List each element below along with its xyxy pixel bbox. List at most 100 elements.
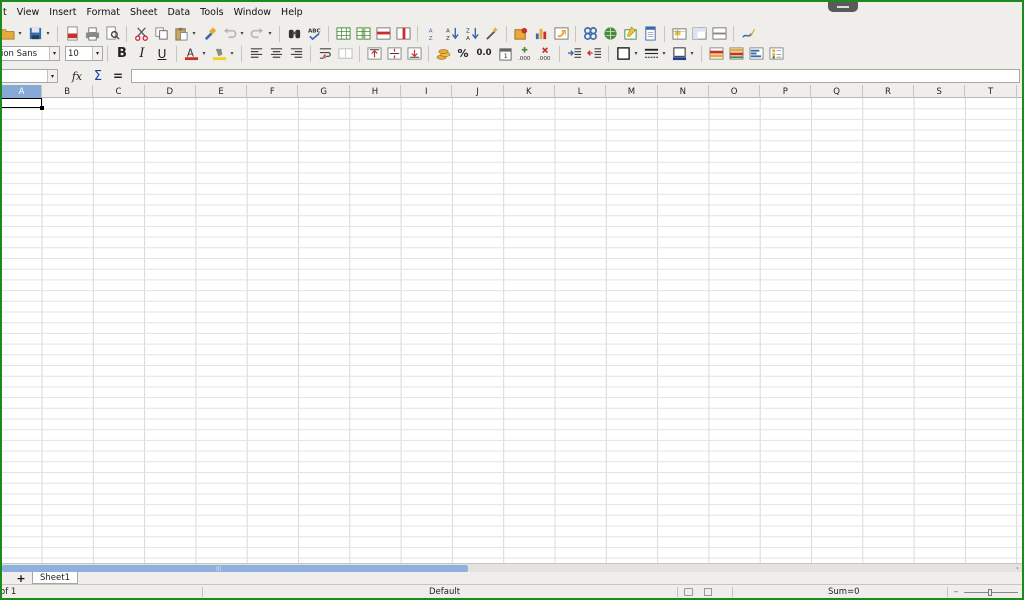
add-sheet-button[interactable]: + [15, 572, 27, 585]
undo-dropdown-arrow[interactable]: ▾ [239, 25, 245, 43]
border-color-icon[interactable] [670, 45, 688, 63]
font-name-combo[interactable]: ion Sans ▾ [2, 46, 60, 61]
redo-icon[interactable] [248, 25, 266, 43]
sort-ascending-icon[interactable]: AZ [443, 25, 461, 43]
align-left-icon[interactable] [247, 45, 265, 63]
column-header-s[interactable]: S [914, 85, 966, 98]
bold-button[interactable]: B [113, 45, 131, 63]
menu-sheet[interactable]: Sheet [125, 2, 162, 24]
spelling-icon[interactable]: ABC [305, 25, 323, 43]
menu-format[interactable]: Format [82, 2, 125, 24]
decrease-indent-icon[interactable] [585, 45, 603, 63]
column-header-h[interactable]: H [350, 85, 402, 98]
print-preview-icon[interactable] [103, 25, 121, 43]
column-header-g[interactable]: G [299, 85, 350, 98]
menu-view[interactable]: View [12, 2, 45, 24]
autofilter-icon[interactable] [483, 25, 501, 43]
column-header-j[interactable]: J [452, 85, 504, 98]
menu-data[interactable]: Data [162, 2, 195, 24]
column-header-a[interactable]: A [2, 85, 42, 98]
open-folder-icon[interactable] [2, 25, 16, 43]
font-color-icon[interactable]: A [182, 45, 200, 63]
column-header-b[interactable]: B [42, 85, 94, 98]
menu-insert[interactable]: Insert [44, 2, 81, 24]
page-style-text[interactable]: Default [429, 585, 460, 598]
column-header-i[interactable]: I [401, 85, 453, 98]
column-header-p[interactable]: P [760, 85, 812, 98]
icon-set-icon[interactable] [767, 45, 785, 63]
horizontal-scrollbar[interactable]: ||| › [2, 563, 1022, 572]
insert-pivot-table-icon[interactable] [552, 25, 570, 43]
add-decimal-place-icon[interactable]: .000 [516, 45, 534, 63]
background-color-icon[interactable] [210, 45, 228, 63]
undo-icon[interactable] [220, 25, 238, 43]
cell-grid[interactable] [2, 98, 1022, 563]
save-icon[interactable] [26, 25, 44, 43]
menu-edit[interactable]: t [2, 2, 12, 24]
sort-icon[interactable]: AZ [423, 25, 441, 43]
font-color-dropdown-arrow[interactable]: ▾ [201, 45, 207, 63]
sort-descending-icon[interactable]: ZA [463, 25, 481, 43]
wrap-text-icon[interactable] [316, 45, 334, 63]
align-bottom-icon[interactable] [405, 45, 423, 63]
insert-chart-icon[interactable] [532, 25, 550, 43]
align-right-icon[interactable] [287, 45, 305, 63]
date-format-icon[interactable]: 1 [496, 45, 514, 63]
column-header-o[interactable]: O [709, 85, 761, 98]
insert-image-icon[interactable] [512, 25, 530, 43]
chevron-down-icon[interactable]: ▾ [49, 47, 59, 60]
column-header-q[interactable]: Q [812, 85, 863, 98]
column-icon[interactable] [354, 25, 372, 43]
percent-format-button[interactable]: % [454, 45, 472, 63]
zoom-slider-knob[interactable] [988, 589, 992, 596]
column-header-t[interactable]: T [965, 85, 1017, 98]
increase-indent-icon[interactable] [565, 45, 583, 63]
sum-button[interactable]: Σ [89, 67, 107, 85]
name-box[interactable]: ▾ [2, 69, 58, 83]
column-header-f[interactable]: F [247, 85, 299, 98]
column-header-c[interactable]: C [93, 85, 145, 98]
borders-icon[interactable] [614, 45, 632, 63]
zoom-out-button[interactable]: – [954, 585, 958, 598]
border-style-icon[interactable] [642, 45, 660, 63]
redo-dropdown-arrow[interactable]: ▾ [267, 25, 273, 43]
column-header-m[interactable]: M [606, 85, 658, 98]
delete-decimal-place-icon[interactable]: .000 [536, 45, 554, 63]
conditional-format-icon[interactable] [707, 45, 725, 63]
column-header-d[interactable]: D [145, 85, 196, 98]
formula-input[interactable] [131, 69, 1020, 83]
column-header-l[interactable]: L [555, 85, 607, 98]
currency-format-icon[interactable] [434, 45, 452, 63]
center-vertically-icon[interactable] [385, 45, 403, 63]
chevron-down-icon[interactable]: ▾ [92, 47, 102, 60]
background-color-dropdown-arrow[interactable]: ▾ [229, 45, 235, 63]
hyperlink-icon[interactable] [601, 25, 619, 43]
insert-columns-icon[interactable] [394, 25, 412, 43]
save-dropdown-arrow[interactable]: ▾ [45, 25, 51, 43]
horizontal-scroll-thumb[interactable]: ||| [2, 565, 468, 572]
color-scale-icon[interactable] [727, 45, 745, 63]
number-format-button[interactable]: 0.0 [474, 45, 494, 63]
export-pdf-icon[interactable] [63, 25, 81, 43]
menu-window[interactable]: Window [229, 2, 276, 24]
open-dropdown-arrow[interactable]: ▾ [17, 25, 23, 43]
define-print-area-icon[interactable] [670, 25, 688, 43]
comment-icon[interactable] [621, 25, 639, 43]
active-cell-cursor[interactable] [2, 98, 44, 110]
find-replace-icon[interactable] [285, 25, 303, 43]
data-bar-icon[interactable] [747, 45, 765, 63]
borders-dropdown-arrow[interactable]: ▾ [633, 45, 639, 63]
clone-formatting-icon[interactable] [200, 25, 218, 43]
align-top-icon[interactable] [365, 45, 383, 63]
sheet-tab[interactable]: Sheet1 [32, 572, 78, 584]
column-header-e[interactable]: E [196, 85, 248, 98]
underline-button[interactable]: U [153, 45, 171, 63]
paste-icon[interactable] [172, 25, 190, 43]
column-header-k[interactable]: K [504, 85, 555, 98]
font-size-combo[interactable]: 10 ▾ [65, 46, 103, 61]
italic-button[interactable]: I [133, 45, 151, 63]
headers-footers-icon[interactable] [641, 25, 659, 43]
formula-button[interactable]: = [109, 67, 127, 85]
paste-dropdown-arrow[interactable]: ▾ [191, 25, 197, 43]
print-icon[interactable] [83, 25, 101, 43]
